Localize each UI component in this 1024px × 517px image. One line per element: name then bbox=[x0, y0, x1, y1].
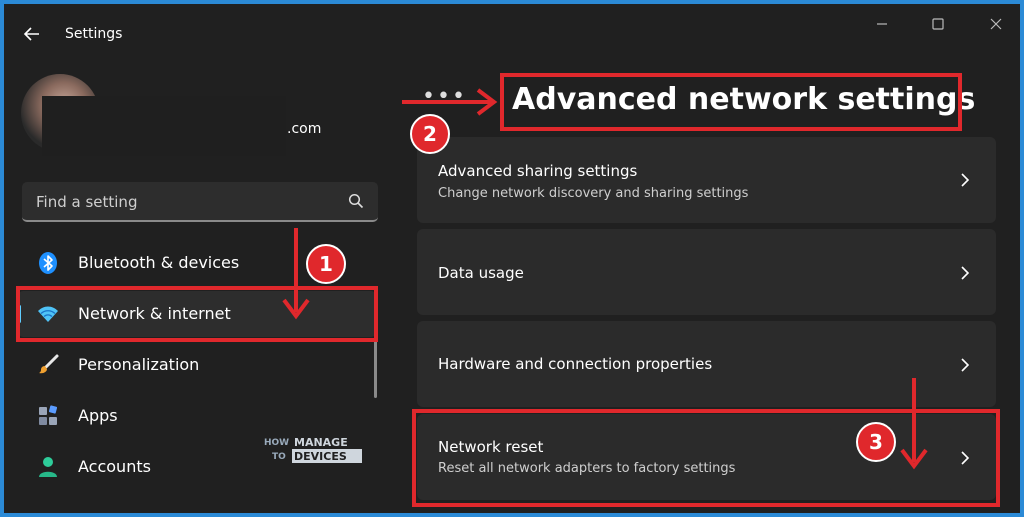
apps-icon bbox=[39, 405, 58, 425]
paintbrush-icon bbox=[39, 354, 59, 374]
step-badge-2: 2 bbox=[410, 114, 450, 154]
search-icon[interactable] bbox=[348, 193, 364, 209]
minimize-button[interactable] bbox=[870, 14, 894, 38]
chevron-right-icon bbox=[961, 358, 970, 372]
howtomanagedevices-logo: HOW TO MANAGE DEVICES bbox=[264, 436, 362, 463]
card-subtitle: Change network discovery and sharing set… bbox=[438, 186, 749, 201]
card-title: Data usage bbox=[438, 264, 524, 282]
sidebar-item-label: Accounts bbox=[78, 457, 151, 476]
arrow-down-icon bbox=[900, 378, 928, 470]
search-box[interactable]: Find a setting bbox=[22, 182, 378, 222]
svg-text:TO: TO bbox=[272, 452, 286, 462]
close-icon bbox=[990, 18, 1002, 30]
account-email: .com bbox=[287, 121, 322, 137]
sidebar-item-label: Apps bbox=[78, 406, 118, 425]
card-title: Advanced sharing settings bbox=[438, 162, 638, 180]
maximize-button[interactable] bbox=[926, 14, 950, 38]
sidebar-item-label: Personalization bbox=[78, 355, 200, 374]
svg-text:HOW: HOW bbox=[264, 438, 289, 448]
sidebar-item-label: Bluetooth & devices bbox=[78, 253, 240, 272]
highlight-network-internet bbox=[16, 286, 378, 342]
card-title: Hardware and connection properties bbox=[438, 355, 713, 373]
minimize-icon bbox=[877, 23, 887, 25]
arrow-left-icon bbox=[23, 27, 39, 41]
card-data-usage[interactable]: Data usage bbox=[417, 229, 996, 315]
step-badge-1: 1 bbox=[306, 244, 346, 284]
svg-text:DEVICES: DEVICES bbox=[294, 450, 347, 463]
step-badge-3: 3 bbox=[856, 422, 896, 462]
title-bar: Settings bbox=[4, 4, 1020, 64]
bluetooth-icon bbox=[39, 252, 57, 274]
chevron-right-icon bbox=[961, 266, 970, 280]
card-advanced-sharing-settings[interactable]: Advanced sharing settings Change network… bbox=[417, 137, 996, 223]
back-button[interactable] bbox=[20, 22, 44, 46]
settings-window: Settings .com Find a setting Bluetooth &… bbox=[4, 4, 1020, 513]
redacted-account-name bbox=[42, 96, 286, 156]
app-title: Settings bbox=[65, 26, 123, 42]
person-icon bbox=[39, 457, 57, 477]
svg-text:MANAGE: MANAGE bbox=[294, 436, 348, 449]
maximize-icon bbox=[932, 18, 944, 30]
chevron-right-icon bbox=[961, 173, 970, 187]
arrow-right-icon bbox=[402, 88, 498, 116]
highlight-page-title bbox=[500, 73, 962, 131]
sidebar-item-personalization[interactable]: Personalization bbox=[18, 342, 376, 388]
close-button[interactable] bbox=[984, 14, 1008, 38]
search-input[interactable]: Find a setting bbox=[36, 193, 137, 211]
